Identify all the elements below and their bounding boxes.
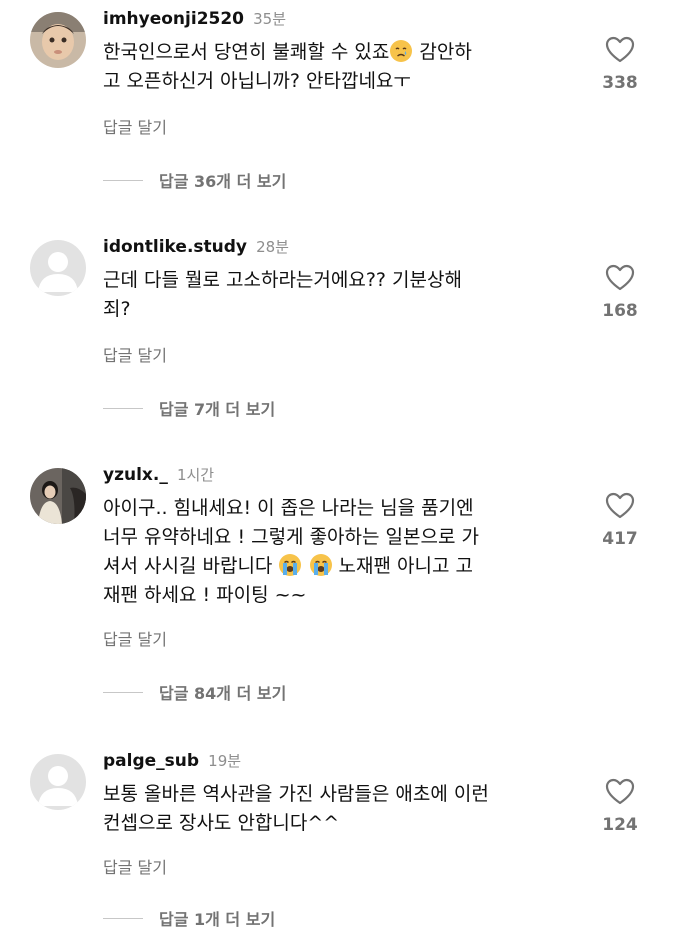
view-replies-button[interactable]: 답글 7개 더 보기 bbox=[103, 396, 275, 420]
username[interactable]: palge_sub bbox=[103, 751, 199, 771]
reply-button[interactable]: 답글 달기 bbox=[103, 114, 167, 138]
loudly-crying-face-emoji bbox=[309, 554, 332, 576]
like-control: 417 bbox=[598, 492, 642, 549]
reply-button[interactable]: 답글 달기 bbox=[103, 854, 167, 878]
username[interactable]: idontlike.study bbox=[103, 237, 247, 257]
comment-4: palge_sub 19분 보통 올바른 역사관을 가진 사람들은 애초에 이런… bbox=[0, 742, 675, 944]
heart-outline-icon[interactable] bbox=[605, 264, 635, 291]
comment-meta: palge_sub 19분 bbox=[103, 750, 241, 771]
reply-button[interactable]: 답글 달기 bbox=[103, 342, 167, 366]
view-replies-button[interactable]: 답글 1개 더 보기 bbox=[103, 906, 275, 930]
comment-meta: imhyeonji2520 35분 bbox=[103, 8, 286, 29]
divider-line bbox=[103, 179, 143, 181]
like-count: 338 bbox=[602, 73, 638, 93]
divider-line bbox=[103, 691, 143, 693]
like-control: 168 bbox=[598, 264, 642, 321]
heart-outline-icon[interactable] bbox=[605, 492, 635, 519]
comment-text: 근데 다들 뭘로 고소하라는거에요?? 기분상해 죄? bbox=[103, 269, 462, 320]
comment-3: yzulx._ 1시간 아이구.. 힘내세요! 이 좁은 나라는 님을 품기엔 … bbox=[0, 456, 675, 742]
avatar[interactable] bbox=[30, 754, 86, 810]
like-control: 124 bbox=[598, 778, 642, 835]
like-count: 168 bbox=[602, 301, 638, 321]
divider-line bbox=[103, 917, 143, 919]
heart-outline-icon[interactable] bbox=[605, 778, 635, 805]
divider-line bbox=[103, 407, 143, 409]
comment-1: imhyeonji2520 35분 한국인으로서 당연히 불쾌할 수 있죠 감안… bbox=[0, 0, 675, 228]
timestamp: 1시간 bbox=[176, 466, 215, 484]
view-replies-button[interactable]: 답글 36개 더 보기 bbox=[103, 168, 286, 192]
username[interactable]: imhyeonji2520 bbox=[103, 9, 244, 29]
avatar[interactable] bbox=[30, 468, 86, 524]
comment-2: idontlike.study 28분 근데 다들 뭘로 고소하라는거에요?? … bbox=[0, 228, 675, 456]
avatar[interactable] bbox=[30, 12, 86, 68]
loudly-crying-face-emoji bbox=[279, 554, 302, 576]
like-count: 417 bbox=[602, 529, 638, 549]
username[interactable]: yzulx._ bbox=[103, 465, 168, 485]
like-count: 124 bbox=[602, 815, 638, 835]
timestamp: 28분 bbox=[256, 238, 289, 256]
comment-meta: idontlike.study 28분 bbox=[103, 236, 289, 257]
comment-meta: yzulx._ 1시간 bbox=[103, 464, 214, 485]
like-control: 338 bbox=[598, 36, 642, 93]
comment-text: 보통 올바른 역사관을 가진 사람들은 애초에 이런 컨셉으로 장사도 안합니다… bbox=[103, 783, 489, 834]
view-replies-button[interactable]: 답글 84개 더 보기 bbox=[103, 680, 286, 704]
crying-face-emoji bbox=[390, 40, 413, 62]
reply-button[interactable]: 답글 달기 bbox=[103, 626, 167, 650]
heart-outline-icon[interactable] bbox=[605, 36, 635, 63]
timestamp: 19분 bbox=[208, 752, 242, 770]
timestamp: 35분 bbox=[253, 10, 286, 28]
avatar[interactable] bbox=[30, 240, 86, 296]
comment-text: 아이구.. 힘내세요! 이 좁은 나라는 님을 품기엔 너무 유약하네요 ! 그… bbox=[103, 497, 479, 606]
comment-text: 한국인으로서 당연히 불쾌할 수 있죠 감안하 고 오픈하신거 아닙니까? 안타… bbox=[103, 40, 472, 92]
